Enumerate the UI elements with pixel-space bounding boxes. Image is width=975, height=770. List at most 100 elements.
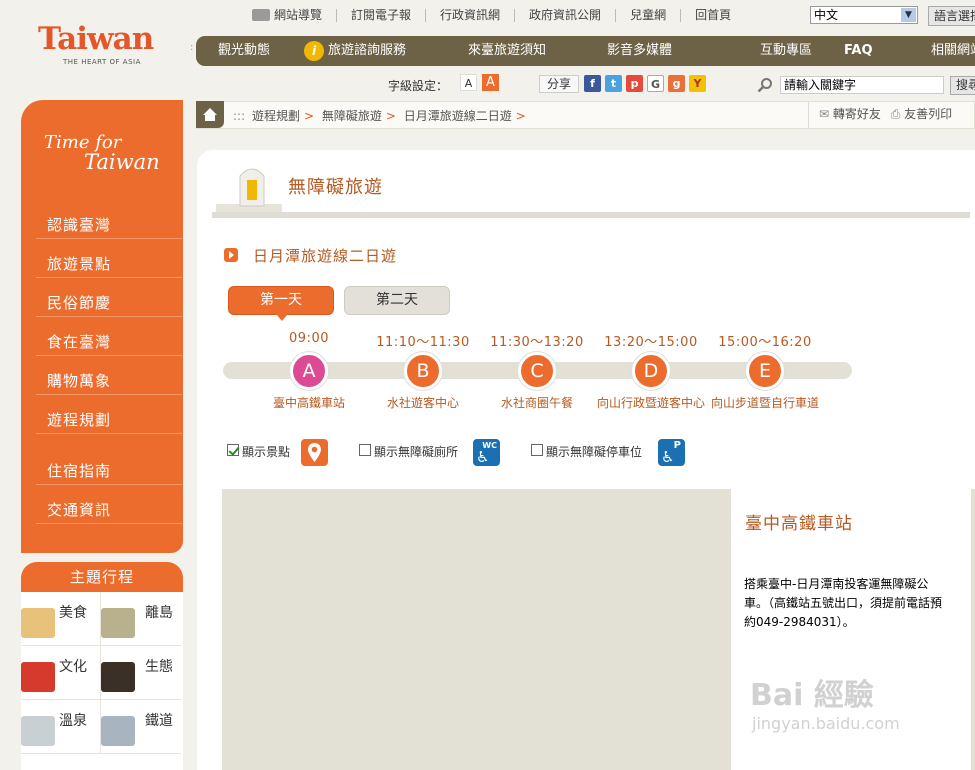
stop-name[interactable]: 向山步道暨自行車道 bbox=[705, 395, 825, 412]
logo-word: Taiwan bbox=[38, 21, 154, 57]
site-logo[interactable]: Taiwan THE HEART OF ASIA bbox=[38, 22, 168, 66]
home-button[interactable] bbox=[196, 101, 224, 128]
share-button[interactable]: 分享 bbox=[539, 75, 579, 93]
font-large-button[interactable]: A bbox=[482, 74, 499, 91]
legend-label: 顯示景點 bbox=[242, 445, 291, 459]
theme-tours-grid: 美食 離島 文化 生態 溫泉 鐵道 bbox=[21, 592, 183, 770]
title-divider bbox=[212, 212, 970, 218]
train-icon bbox=[101, 716, 135, 746]
printer-icon: ⎙ bbox=[890, 107, 901, 121]
dumpling-icon bbox=[21, 608, 55, 638]
nav-multimedia[interactable]: 影音多媒體 bbox=[607, 36, 672, 66]
stop-time: 15:00～16:20 bbox=[718, 335, 812, 350]
sidebar-item-attractions[interactable]: 旅遊景點 bbox=[36, 239, 182, 278]
top-links: 網站導覽 訂閱電子報 行政資訊網 政府資訊公開 兒童網 回首頁 bbox=[238, 5, 745, 25]
yahoo-icon[interactable]: Y bbox=[689, 75, 706, 92]
play-icon bbox=[224, 248, 238, 262]
breadcrumb-item[interactable]: 無障礙旅遊 bbox=[322, 109, 382, 123]
top-link-admin[interactable]: 行政資訊網 bbox=[426, 8, 516, 22]
page-title: 無障礙旅遊 bbox=[288, 177, 383, 198]
stop-marker-c[interactable]: C bbox=[518, 352, 556, 390]
stop-name[interactable]: 水社商圈午餐 bbox=[477, 395, 597, 412]
home-icon bbox=[203, 108, 217, 121]
nav-dots: : bbox=[190, 42, 194, 53]
theme-tours-header: 主題行程 bbox=[21, 562, 183, 592]
chevron-down-icon: ▼ bbox=[901, 8, 916, 22]
print-button[interactable]: ⎙ 友善列印 bbox=[891, 107, 952, 121]
sidebar-item-festivals[interactable]: 民俗節慶 bbox=[36, 278, 182, 317]
tab-day-2[interactable]: 第二天 bbox=[344, 286, 450, 315]
search-button[interactable]: 搜尋 bbox=[950, 76, 975, 95]
theme-food[interactable]: 美食 bbox=[21, 592, 101, 646]
stop-name[interactable]: 水社遊客中心 bbox=[363, 395, 483, 412]
sidebar-item-itinerary[interactable]: 遊程規劃 bbox=[36, 395, 182, 434]
stop-time: 11:10～11:30 bbox=[376, 335, 470, 350]
facebook-icon[interactable]: f bbox=[584, 75, 601, 92]
sidebar-item-food[interactable]: 食在臺灣 bbox=[36, 317, 182, 356]
theme-islands[interactable]: 離島 bbox=[101, 592, 181, 646]
stop-marker-d[interactable]: D bbox=[632, 352, 670, 390]
baidu-watermark: Bai 經驗 jingyan.baidu.com bbox=[750, 678, 900, 733]
top-link-gov-info[interactable]: 政府資訊公開 bbox=[515, 8, 617, 22]
top-link-subscribe[interactable]: 訂閱電子報 bbox=[337, 8, 427, 22]
wheelchair-toilet-icon: WC ♿ bbox=[473, 439, 500, 466]
stop-name[interactable]: 向山行政暨遊客中心 bbox=[591, 395, 711, 412]
map-info-title: 臺中高鐵車站 bbox=[745, 514, 853, 534]
nav-travel-info[interactable]: i 旅遊諮詢服務 bbox=[304, 36, 406, 66]
theme-culture[interactable]: 文化 bbox=[21, 646, 101, 700]
nav-related-sites[interactable]: 相關網站 bbox=[931, 36, 975, 66]
font-small-button[interactable]: A bbox=[460, 74, 477, 91]
show-accessible-toilets-checkbox[interactable] bbox=[359, 444, 371, 456]
sidebar-item-shopping[interactable]: 購物萬象 bbox=[36, 356, 182, 395]
breadcrumb-tools: ✉ 轉寄好友 ⎙ 友善列印 bbox=[808, 101, 952, 129]
nav-tourism-news[interactable]: 觀光動態 bbox=[218, 36, 270, 66]
theme-ecology[interactable]: 生態 bbox=[101, 646, 181, 700]
nav-interactive[interactable]: 互動專區 bbox=[760, 36, 812, 66]
map-info-desc: 搭乘臺中-日月潭南投客運無障礙公車。（高鐵站五號出口，須提前電話預約049-29… bbox=[744, 577, 943, 629]
stop-marker-b[interactable]: B bbox=[404, 352, 442, 390]
legend-label: 顯示無障礙廁所 bbox=[374, 445, 459, 459]
stop-name[interactable]: 臺中高鐵車站 bbox=[249, 395, 369, 412]
nav-visitor-notes[interactable]: 來臺旅遊須知 bbox=[468, 36, 546, 66]
top-link-sitemap[interactable]: 網站導覽 bbox=[238, 8, 338, 22]
stop-marker-a[interactable]: A bbox=[290, 352, 328, 390]
tab-day-1[interactable]: 第一天 bbox=[228, 286, 334, 321]
accessible-travel-icon bbox=[216, 168, 282, 212]
stop-time: 09:00 bbox=[289, 331, 329, 346]
twitter-icon[interactable]: t bbox=[605, 75, 622, 92]
language-select[interactable]: 中文 ▼ bbox=[810, 6, 918, 24]
main-nav: 觀光動態 i旅遊諮詢服務 來臺旅遊須知 影音多媒體 互動專區 FAQ 相關網站 bbox=[196, 36, 975, 66]
sidebar-brand: Time for Taiwan bbox=[44, 132, 160, 174]
mail-icon: ✉ bbox=[819, 107, 830, 121]
building-icon bbox=[101, 608, 135, 638]
show-attractions-checkbox[interactable] bbox=[227, 444, 239, 456]
stop-marker-e[interactable]: E bbox=[746, 352, 784, 390]
sidebar-item-transport[interactable]: 交通資訊 bbox=[36, 485, 182, 524]
theme-railway[interactable]: 鐵道 bbox=[101, 700, 181, 754]
forward-button[interactable]: ✉ 轉寄好友 bbox=[819, 107, 881, 121]
mask-icon bbox=[21, 662, 55, 692]
legend-label: 顯示無障礙停車位 bbox=[546, 445, 643, 459]
language-button[interactable]: 語言選擇 bbox=[928, 6, 975, 26]
theme-hot-springs[interactable]: 溫泉 bbox=[21, 700, 101, 754]
plurk-icon[interactable]: p bbox=[626, 75, 643, 92]
stop-time: 13:20～15:00 bbox=[604, 335, 698, 350]
top-link-home[interactable]: 回首頁 bbox=[681, 8, 745, 22]
map-pin-icon bbox=[301, 439, 328, 466]
route-subtitle: 日月潭旅遊線二日遊 bbox=[253, 247, 398, 265]
search-icon bbox=[757, 78, 772, 93]
font-size-label: 字級設定： bbox=[388, 79, 449, 93]
search-input[interactable]: 請輸入關鍵字 bbox=[780, 76, 944, 94]
sidebar-item-accommodation[interactable]: 住宿指南 bbox=[36, 446, 182, 485]
globe-icon bbox=[252, 8, 270, 21]
nav-faq[interactable]: FAQ bbox=[844, 36, 873, 66]
show-accessible-parking-checkbox[interactable] bbox=[531, 444, 543, 456]
google-plus-icon[interactable]: g bbox=[668, 75, 685, 92]
breadcrumb-item[interactable]: 遊程規劃 bbox=[252, 109, 300, 123]
hot-spring-icon bbox=[21, 716, 55, 746]
breadcrumb-item[interactable]: 日月潭旅遊線二日遊 bbox=[404, 109, 512, 123]
sidebar-item-about[interactable]: 認識臺灣 bbox=[36, 200, 182, 239]
top-link-kids[interactable]: 兒童網 bbox=[616, 8, 682, 22]
google-icon[interactable]: G bbox=[647, 75, 664, 92]
info-icon: i bbox=[304, 40, 324, 61]
